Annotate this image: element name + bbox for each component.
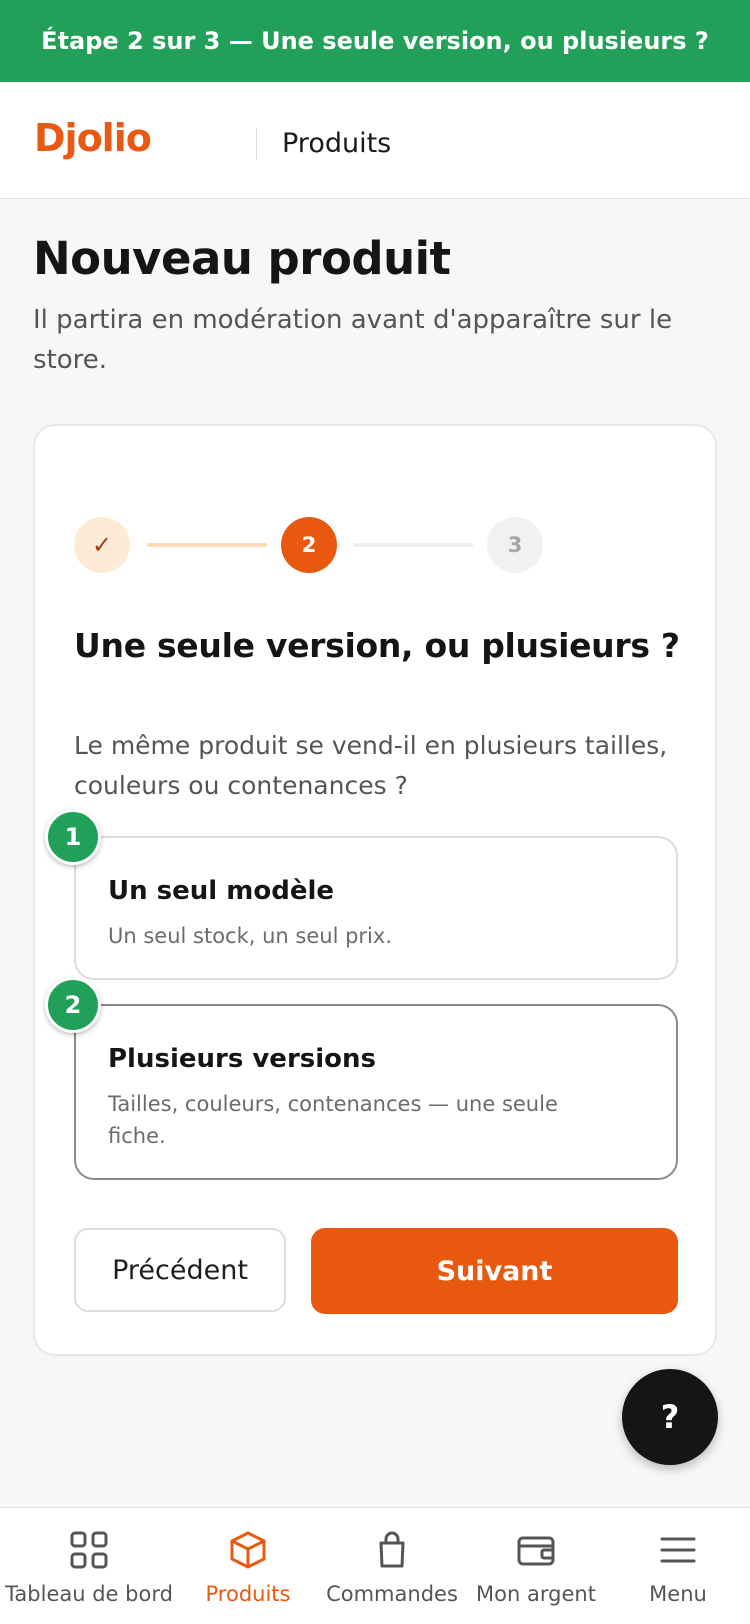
question-description: Le même produit se vend-il en plusieurs …: [74, 731, 668, 800]
page-subtitle: Il partira en modération avant d'apparaî…: [33, 305, 673, 375]
step-banner-text: Étape 2 sur 3 — Une seule version, ou pl…: [41, 27, 709, 55]
nav-label: Produits: [205, 1582, 291, 1606]
nav-item-my-money[interactable]: Mon argent: [466, 1508, 606, 1624]
page-title: Nouveau produit: [33, 232, 451, 285]
option-description: Un seul stock, un seul prix.: [108, 924, 392, 948]
wizard-card: ✓ 2 3 Une seule version, ou plusieurs ? …: [33, 424, 717, 1356]
nav-label: Menu: [649, 1582, 707, 1606]
nav-item-orders[interactable]: Commandes: [318, 1508, 466, 1624]
step-connector-1: [147, 543, 267, 547]
nav-label: Commandes: [326, 1582, 458, 1606]
step-banner: Étape 2 sur 3 — Une seule version, ou pl…: [0, 0, 750, 82]
help-label: ?: [660, 1398, 680, 1436]
next-button[interactable]: Suivant: [311, 1228, 678, 1314]
option-number-badge: 2: [45, 977, 101, 1033]
nav-item-dashboard[interactable]: Tableau de bord: [0, 1508, 178, 1624]
option-multiple-versions[interactable]: Plusieurs versions Tailles, couleurs, co…: [74, 1004, 678, 1180]
box-icon: [226, 1528, 270, 1572]
nav-item-products[interactable]: Produits: [178, 1508, 318, 1624]
nav-label: Mon argent: [476, 1582, 596, 1606]
brand-logo[interactable]: Djolio: [34, 116, 152, 160]
step-connector-2: [353, 543, 473, 547]
step-1-done-indicator: ✓: [74, 517, 130, 573]
header-divider: [256, 128, 257, 160]
hamburger-icon: [656, 1528, 700, 1572]
question-title: Une seule version, ou plusieurs ?: [74, 626, 680, 665]
app-header: Djolio Produits: [0, 82, 750, 199]
wallet-icon: [514, 1528, 558, 1572]
shopping-bag-icon: [370, 1528, 414, 1572]
option-number-badge: 1: [45, 809, 101, 865]
option-label: Un seul modèle: [108, 876, 335, 906]
option-label: Plusieurs versions: [108, 1044, 376, 1074]
nav-label: Tableau de bord: [5, 1582, 173, 1606]
header-section-title: Produits: [282, 128, 392, 159]
previous-button[interactable]: Précédent: [74, 1228, 286, 1312]
option-single-model[interactable]: Un seul modèle Un seul stock, un seul pr…: [74, 836, 678, 980]
step-2-current-indicator: 2: [281, 517, 337, 573]
bottom-nav: Tableau de bord Produits Commandes Mon a…: [0, 1507, 750, 1624]
nav-item-menu[interactable]: Menu: [606, 1508, 750, 1624]
option-description: Tailles, couleurs, contenances — une seu…: [108, 1092, 558, 1148]
step-3-upcoming-indicator: 3: [487, 517, 543, 573]
help-button[interactable]: ?: [622, 1369, 718, 1465]
grid-icon: [67, 1528, 111, 1572]
